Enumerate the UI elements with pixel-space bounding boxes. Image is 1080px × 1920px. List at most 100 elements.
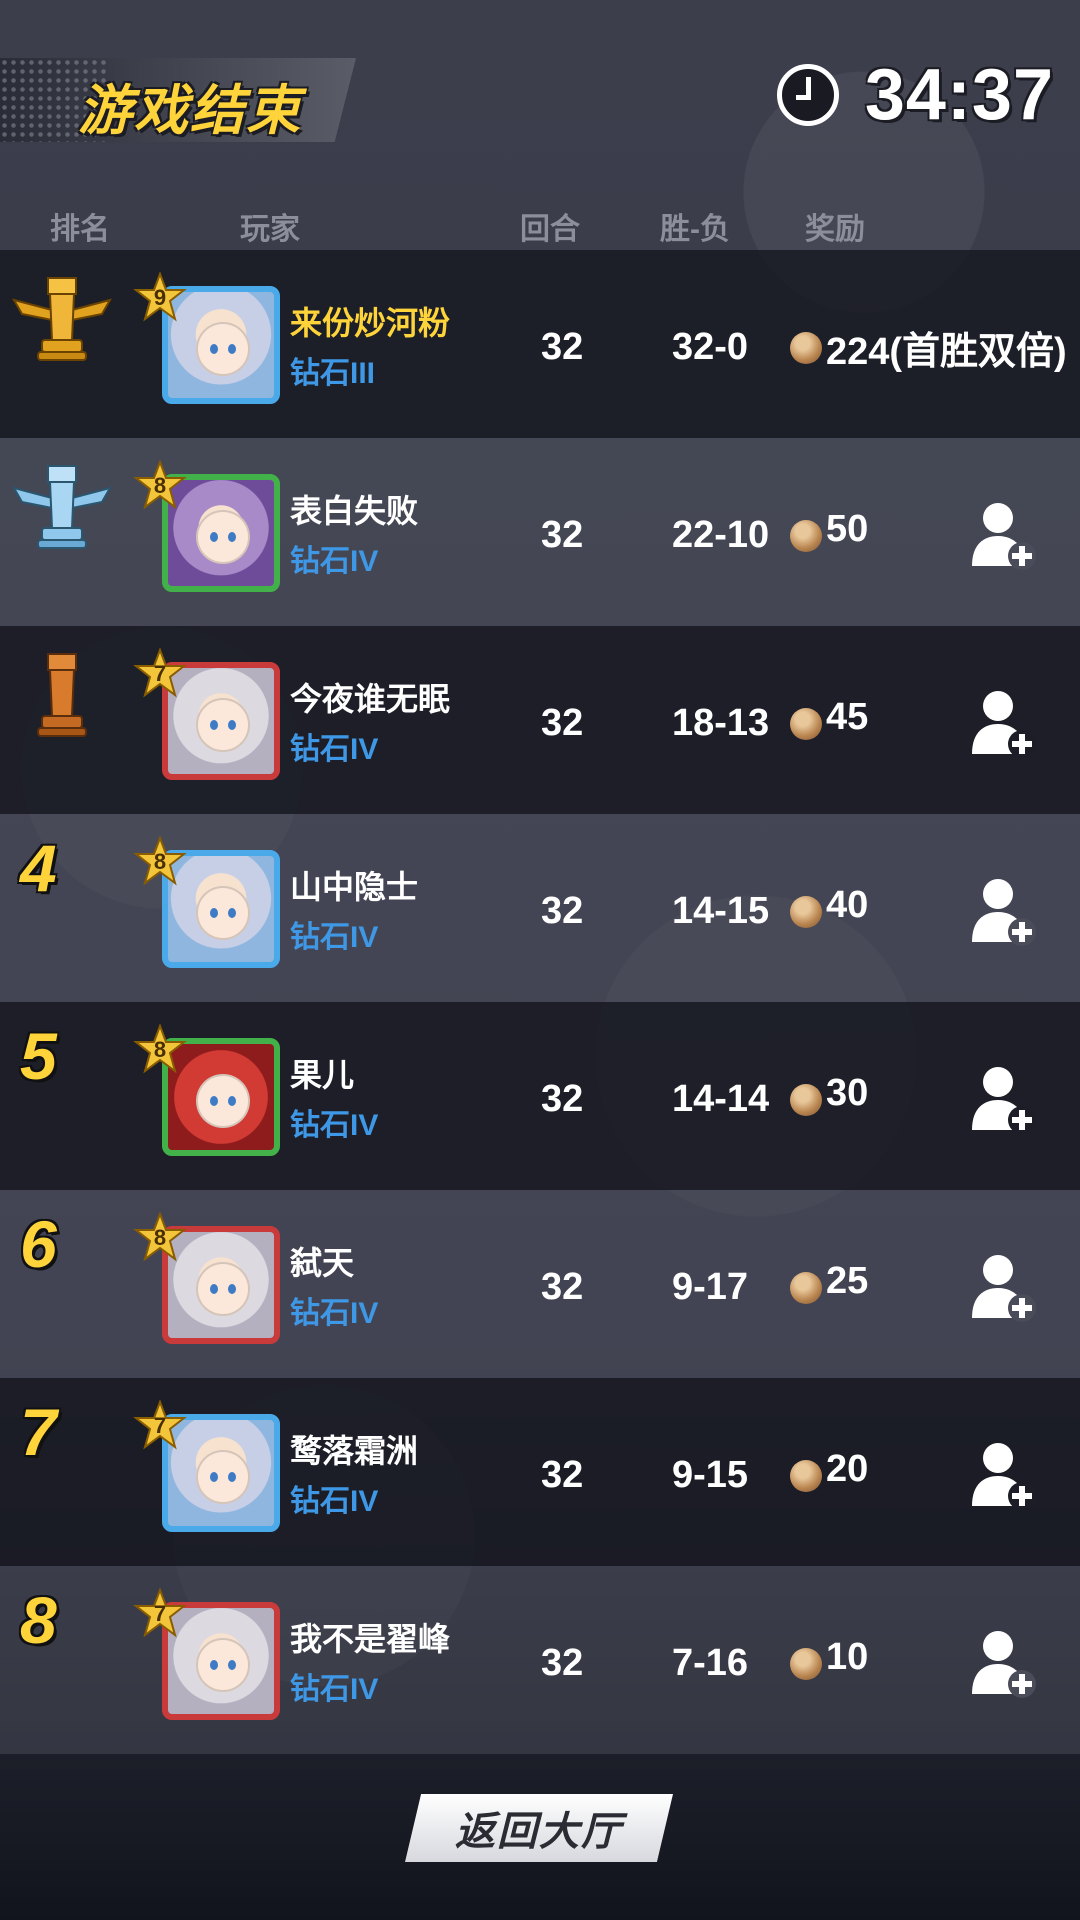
add-friend-icon[interactable] [968, 1440, 1038, 1510]
return-lobby-label: 返回大厅 [455, 1810, 623, 1854]
player-tier: 钻石IV [290, 1109, 379, 1142]
bronze-trophy-icon [37, 653, 87, 737]
player-tier: 钻石IV [290, 733, 379, 766]
header-player: 玩家 [240, 213, 300, 246]
coin-icon [790, 896, 822, 928]
table-row: 5 8 果儿 钻石IV 32 14-14 30 [0, 1002, 1080, 1190]
header-reward: 奖励 [805, 213, 865, 246]
table-row: 9 来份炒河粉 钻石III 32 32-0 224(首胜双倍) [0, 250, 1080, 438]
round-count: 32 [541, 1454, 584, 1496]
reward-amount: 45 [826, 696, 869, 738]
player-tier: 钻石IV [290, 545, 379, 578]
reward-amount: 10 [826, 1636, 869, 1678]
player-name: 表白失败 [290, 493, 419, 529]
player-name: 鹜落霜洲 [290, 1433, 419, 1469]
level-star-badge: 8 [132, 836, 188, 892]
round-count: 32 [541, 326, 584, 368]
add-friend-icon[interactable] [968, 1252, 1038, 1322]
rank-cell: 4 [0, 814, 110, 1002]
silver-trophy-icon [12, 465, 112, 549]
return-lobby-button[interactable]: 返回大厅 [405, 1794, 673, 1862]
add-friend-icon[interactable] [968, 1064, 1038, 1134]
game-timer: 34:37 [776, 54, 1054, 136]
reward-amount: 20 [826, 1448, 869, 1490]
coin-icon [790, 520, 822, 552]
win-loss: 32-0 [672, 326, 749, 368]
rank-cell [0, 626, 110, 814]
round-count: 32 [541, 514, 584, 556]
level-star-badge: 7 [132, 1588, 188, 1644]
win-loss: 9-17 [672, 1266, 749, 1308]
rank-number: 6 [20, 1207, 57, 1281]
round-count: 32 [541, 1078, 584, 1120]
win-loss: 7-16 [672, 1642, 749, 1684]
player-tier: 钻石IV [290, 1485, 379, 1518]
reward-amount: 30 [826, 1072, 869, 1114]
timer-value: 34:37 [864, 55, 1054, 135]
win-loss: 18-13 [672, 702, 770, 744]
add-friend-icon[interactable] [968, 500, 1038, 570]
rank-number: 4 [20, 831, 57, 905]
level-star-badge: 9 [132, 272, 188, 328]
coin-icon [790, 1648, 822, 1680]
table-header: 排名 玩家 回合 胜-负 奖励 [0, 204, 1080, 246]
win-loss: 14-15 [672, 890, 770, 932]
header-round: 回合 [520, 213, 580, 246]
coin-icon [790, 1084, 822, 1116]
player-name: 果儿 [290, 1057, 355, 1093]
rank-cell: 7 [0, 1378, 110, 1566]
coin-icon [790, 1272, 822, 1304]
level-star-badge: 7 [132, 1400, 188, 1456]
round-count: 32 [541, 1266, 584, 1308]
round-count: 32 [541, 890, 584, 932]
player-name: 山中隐士 [290, 869, 419, 905]
header-rank: 排名 [50, 213, 110, 246]
coin-icon [790, 332, 822, 364]
rank-cell: 8 [0, 1566, 110, 1754]
player-name: 弑天 [290, 1245, 355, 1281]
level-star-badge: 8 [132, 460, 188, 516]
clock-icon [776, 64, 839, 126]
rank-number: 5 [20, 1019, 57, 1093]
reward-amount: 50 [826, 508, 869, 550]
player-tier: 钻石IV [290, 921, 379, 954]
header-win-loss: 胜-负 [660, 213, 730, 246]
round-count: 32 [541, 1642, 584, 1684]
level-star-badge: 8 [132, 1024, 188, 1080]
table-row: 8 7 我不是翟峰 钻石IV 32 7-16 10 [0, 1566, 1080, 1754]
table-row: 8 表白失败 钻石IV 32 22-10 50 [0, 438, 1080, 626]
page-title: 游戏结束 [78, 81, 302, 141]
rank-cell: 5 [0, 1002, 110, 1190]
player-tier: 钻石IV [290, 1673, 379, 1706]
rank-cell [0, 438, 112, 626]
round-count: 32 [541, 702, 584, 744]
table-row: 7 7 鹜落霜洲 钻石IV 32 9-15 20 [0, 1378, 1080, 1566]
coin-icon [790, 708, 822, 740]
add-friend-icon[interactable] [968, 1628, 1038, 1698]
player-tier: 钻石IV [290, 1297, 379, 1330]
ranking-list: 9 来份炒河粉 钻石III 32 32-0 224(首胜双倍) 8 表白失败 钻… [0, 250, 1080, 1754]
coin-icon [790, 1460, 822, 1492]
player-name: 我不是翟峰 [290, 1621, 451, 1657]
table-row: 6 8 弑天 钻石IV 32 9-17 25 [0, 1190, 1080, 1378]
rank-cell: 6 [0, 1190, 110, 1378]
level-star-badge: 8 [132, 1212, 188, 1268]
level-star-badge: 7 [132, 648, 188, 704]
rank-cell [0, 250, 112, 438]
player-name: 来份炒河粉 [290, 305, 451, 341]
win-loss: 14-14 [672, 1078, 770, 1120]
reward-amount: 25 [826, 1260, 869, 1302]
add-friend-icon[interactable] [968, 688, 1038, 758]
gold-trophy-icon [12, 277, 112, 361]
table-row: 4 8 山中隐士 钻石IV 32 14-15 40 [0, 814, 1080, 1002]
player-tier: 钻石III [290, 357, 376, 390]
reward-amount: 40 [826, 884, 869, 926]
rank-number: 7 [20, 1395, 57, 1469]
table-row: 7 今夜谁无眠 钻石IV 32 18-13 45 [0, 626, 1080, 814]
reward-amount: 224(首胜双倍) [826, 331, 1067, 373]
rank-number: 8 [20, 1583, 57, 1657]
player-name: 今夜谁无眠 [290, 681, 451, 717]
win-loss: 22-10 [672, 514, 770, 556]
win-loss: 9-15 [672, 1454, 749, 1496]
add-friend-icon[interactable] [968, 876, 1038, 946]
